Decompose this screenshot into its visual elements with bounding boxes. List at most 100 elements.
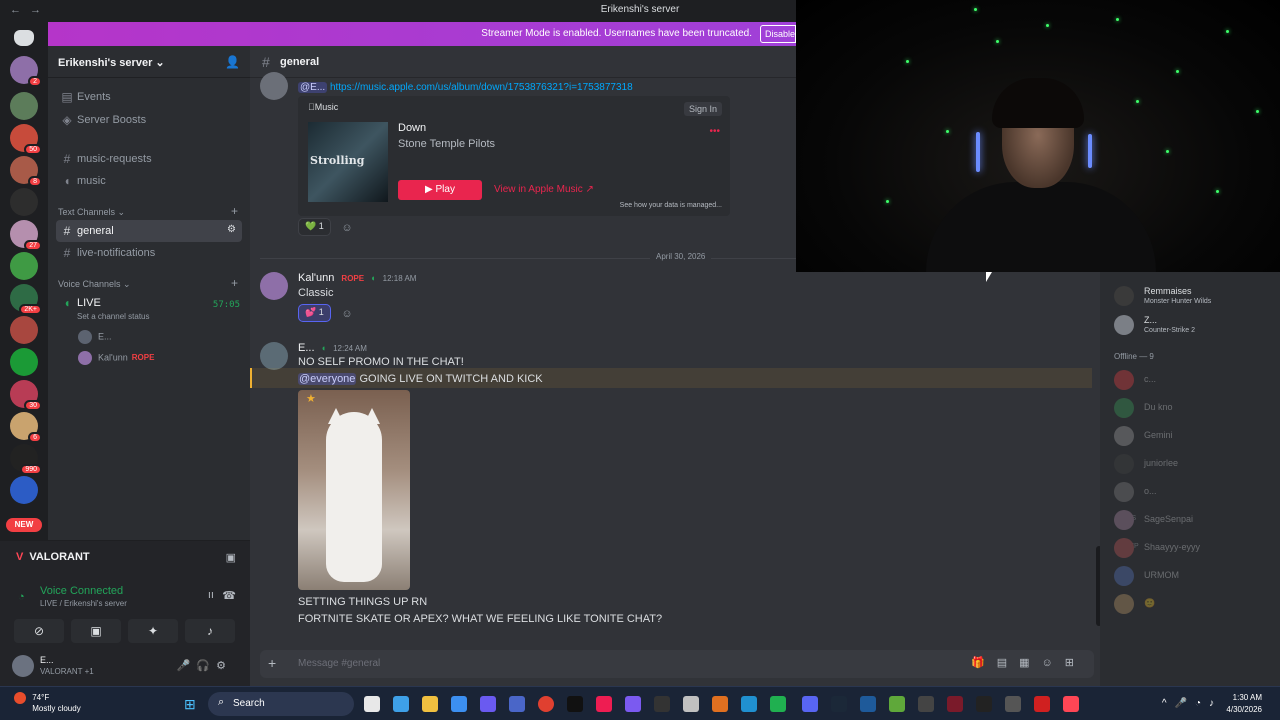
disconnect-icon[interactable]: ☎ [222, 589, 236, 602]
server-icon[interactable]: 2 [10, 56, 42, 87]
taskbar-app-icon[interactable] [364, 696, 380, 712]
taskbar-app-icon[interactable] [625, 696, 641, 712]
composer-tools[interactable]: 🎁▤▦☺⊞ [971, 656, 1086, 669]
user-controls[interactable]: 🎤🎧⚙ [177, 659, 232, 672]
play-button[interactable]: ▶ Play [398, 180, 482, 200]
reaction[interactable]: 💕 1 [298, 304, 331, 322]
server-icon[interactable] [10, 316, 38, 344]
member-item[interactable]: URMOM [1114, 564, 1274, 590]
apple-music-link[interactable]: https://music.apple.com/us/album/down/17… [330, 82, 633, 93]
user-mention[interactable]: @E... [298, 82, 328, 93]
taskbar-app-icon[interactable] [918, 696, 934, 712]
server-icon[interactable]: 2K+ [10, 284, 42, 315]
avatar[interactable] [260, 72, 288, 100]
server-icon[interactable]: 6 [10, 412, 42, 443]
taskbar-app-icon[interactable] [1005, 696, 1021, 712]
soundboard-button[interactable]: ♪ [185, 619, 235, 643]
avatar[interactable] [260, 342, 288, 370]
message-composer[interactable]: + Message #general 🎁▤▦☺⊞ [260, 650, 1094, 678]
voice-location[interactable]: LIVE / Erikenshi's server [40, 599, 127, 608]
cat-gif[interactable]: ★ [298, 390, 410, 590]
system-clock[interactable]: 1:30 AM 4/30/2026 [1226, 692, 1262, 716]
weather-widget[interactable]: 74°F Mostly cloudy [14, 692, 81, 714]
screen-share-icon[interactable]: ▣ [226, 551, 236, 564]
author-name[interactable]: Kal'unn [298, 272, 334, 284]
taskbar-app-icon[interactable] [654, 696, 670, 712]
member-item[interactable]: Gemini [1114, 424, 1274, 450]
taskbar-search[interactable]: ⌕ Search [208, 692, 354, 716]
tiktok-icon[interactable] [596, 696, 612, 712]
member-item[interactable]: Du kno [1114, 396, 1274, 422]
system-tray[interactable]: ^🎤◔♪ [1162, 698, 1222, 709]
server-icon[interactable] [10, 188, 38, 216]
message-link[interactable]: @E... https://music.apple.com/us/album/d… [298, 82, 633, 93]
server-icon[interactable] [10, 252, 38, 280]
voice-user[interactable]: Kal'unn ROPE [78, 351, 154, 367]
sidebar-item-server-boosts[interactable]: ◈ Server Boosts [56, 109, 242, 131]
steam-icon[interactable] [831, 696, 847, 712]
member-item[interactable]: juniorlee [1114, 452, 1274, 478]
reaction[interactable]: 💚 1 [298, 218, 331, 236]
channel-general[interactable]: # general ⚙ [56, 220, 242, 242]
member-item[interactable]: SageSenpaiRVLS [1114, 508, 1274, 534]
taskbar-app-icon[interactable] [451, 696, 467, 712]
taskbar-app-icon[interactable] [480, 696, 496, 712]
taskbar-app-icon[interactable] [741, 696, 757, 712]
sign-in-button[interactable]: Sign In [683, 102, 722, 116]
server-header[interactable]: Erikenshi's server ⌄ 👤 [48, 46, 250, 78]
noise-suppression-icon[interactable]: ıı [208, 589, 214, 601]
channel-status[interactable]: Set a channel status [77, 312, 150, 321]
view-in-apple-music-link[interactable]: View in Apple Music ↗ [494, 184, 594, 195]
member-item[interactable]: Shaayyy-eyyyRUMP [1114, 536, 1274, 562]
settings-gear-icon[interactable]: ⚙ [227, 224, 236, 235]
windows-start-icon[interactable]: ⊞ [184, 696, 196, 713]
data-note[interactable]: See how your data is managed... [620, 202, 722, 209]
add-channel-icon[interactable]: + [231, 204, 238, 218]
taskbar-app-icon[interactable] [947, 696, 963, 712]
voice-user[interactable]: E... [78, 330, 112, 346]
album-art[interactable]: Strolling [308, 122, 388, 202]
channel-live-notifications[interactable]: # live-notifications [56, 242, 242, 264]
upload-plus-icon[interactable]: + [268, 655, 276, 671]
taskbar-app-icon[interactable] [509, 696, 525, 712]
taskbar-app-icon[interactable] [567, 696, 583, 712]
member-item[interactable]: Z... Counter-Strike 2 [1114, 313, 1274, 339]
server-icon[interactable] [10, 348, 38, 376]
valorant-icon[interactable] [1063, 696, 1079, 712]
member-item[interactable]: c... [1114, 368, 1274, 394]
channel-music-requests[interactable]: # music-requests [56, 148, 242, 170]
favorite-star-icon[interactable]: ★ [306, 392, 316, 405]
avatar[interactable] [12, 655, 34, 677]
taskbar-app-icon[interactable] [1034, 696, 1050, 712]
taskbar-app-icon[interactable] [712, 696, 728, 712]
taskbar-app-icon[interactable] [770, 696, 786, 712]
server-icon[interactable] [10, 92, 38, 120]
server-icon[interactable]: 990 [10, 444, 42, 475]
file-explorer-icon[interactable] [422, 696, 438, 712]
activities-button[interactable]: ✦ [128, 619, 178, 643]
author-name[interactable]: E... [298, 342, 315, 354]
activity-game[interactable]: V VALORANT [16, 551, 90, 563]
server-icon[interactable]: 50 [10, 124, 42, 155]
chrome-icon[interactable] [538, 696, 554, 712]
message-input[interactable]: Message #general [298, 658, 380, 669]
taskbar-app-icon[interactable] [683, 696, 699, 712]
camera-off-button[interactable]: ⊘ [14, 619, 64, 643]
server-icon[interactable]: 8 [10, 156, 42, 187]
taskbar-app-icon[interactable] [393, 696, 409, 712]
category-voice-channels[interactable]: Voice Channels ⌄ [58, 279, 131, 290]
taskbar-app-icon[interactable] [860, 696, 876, 712]
avatar[interactable] [260, 272, 288, 300]
server-icon[interactable]: 30 [10, 380, 42, 411]
channel-music[interactable]: ◖ music [56, 170, 242, 192]
member-item[interactable]: 🙂 [1114, 592, 1274, 618]
taskbar-app-icon[interactable] [889, 696, 905, 712]
add-reaction-icon[interactable]: ☺ [338, 219, 356, 237]
invite-icon[interactable]: 👤 [225, 55, 240, 69]
member-item[interactable]: Remmaises Monster Hunter Wilds [1114, 284, 1274, 310]
voice-connected-status[interactable]: Voice Connected [40, 585, 123, 597]
screen-share-button[interactable]: ▣ [71, 619, 121, 643]
add-channel-icon[interactable]: + [231, 276, 238, 290]
everyone-mention[interactable]: @everyone [298, 373, 357, 385]
disable-streamer-mode-button[interactable]: Disable [760, 25, 796, 43]
